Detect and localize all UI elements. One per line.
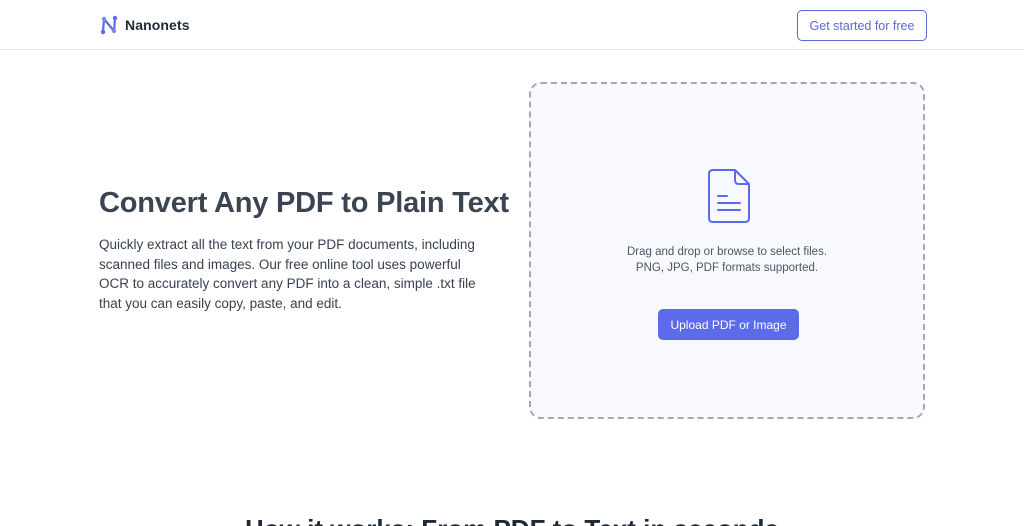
how-it-works-heading: How it works: From PDF to Text in second… [0,514,1024,526]
file-dropzone[interactable]: Drag and drop or browse to select files.… [529,82,925,419]
hero-title: Convert Any PDF to Plain Text [99,187,509,219]
top-navbar: Nanonets Get started for free [0,0,1024,50]
document-icon [708,169,750,223]
hero-description: Quickly extract all the text from your P… [99,237,476,311]
get-started-button[interactable]: Get started for free [797,10,927,41]
brand-name: Nanonets [125,17,190,33]
upload-button[interactable]: Upload PDF or Image [658,309,799,340]
supported-formats: PNG, JPG, PDF formats supported. [635,262,819,274]
brand-logo[interactable]: Nanonets [99,14,190,36]
nanonets-logo-icon [100,15,118,35]
dropzone-instruction: Drag and drop or browse to select files. [626,246,828,258]
